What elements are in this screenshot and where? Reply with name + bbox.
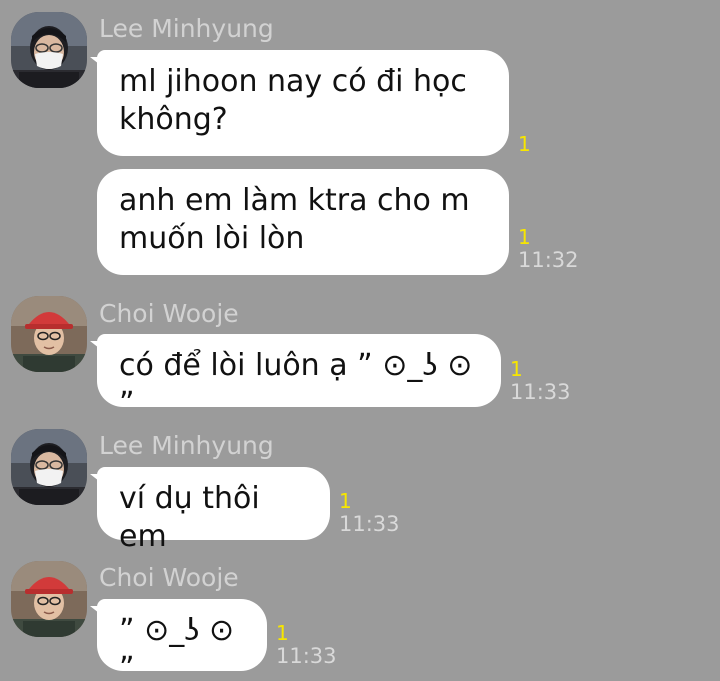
- message-meta: 1 11:32: [518, 226, 579, 272]
- message-meta: 1 11:33: [339, 490, 400, 536]
- message-text: có để lòi luôn ạ ” ⊙_ʖ ⊙ ”: [119, 348, 473, 421]
- unread-count: 1: [339, 489, 352, 513]
- message-text: ví dụ thôi em: [119, 481, 260, 554]
- message-bubble[interactable]: có để lòi luôn ạ ” ⊙_ʖ ⊙ ”: [97, 334, 501, 421]
- sender-name: Lee Minhyung: [99, 14, 274, 43]
- avatar-lee-minhyung[interactable]: [11, 429, 87, 505]
- message-bubble[interactable]: ml jihoon nay có đi học không?: [97, 50, 509, 156]
- avatar-lee-minhyung[interactable]: [11, 12, 87, 88]
- message-time: 11:32: [518, 248, 579, 272]
- sender-name: Choi Wooje: [99, 563, 239, 592]
- unread-count: 1: [276, 621, 289, 645]
- message-time: 11:33: [339, 512, 400, 536]
- message-bubble[interactable]: anh em làm ktra cho m muốn lòi lòn: [97, 169, 509, 275]
- message-meta: 1 11:33: [276, 622, 337, 668]
- message-time: 11:33: [510, 380, 571, 404]
- unread-count: 1: [518, 132, 531, 156]
- message-text: ml jihoon nay có đi học không?: [119, 64, 467, 137]
- avatar-choi-wooje[interactable]: [11, 561, 87, 637]
- sender-name: Lee Minhyung: [99, 431, 274, 460]
- message-text: anh em làm ktra cho m muốn lòi lòn: [119, 183, 470, 256]
- unread-count: 1: [510, 357, 523, 381]
- message-bubble[interactable]: ” ⊙_ʖ ⊙ ”: [97, 599, 267, 681]
- chat-view: Lee Minhyung ml jihoon nay có đi học khô…: [0, 0, 720, 681]
- unread-count: 1: [518, 225, 531, 249]
- message-meta: 1 11:33: [510, 358, 571, 404]
- message-meta: 1: [518, 133, 531, 155]
- message-time: 11:33: [276, 644, 337, 668]
- message-bubble[interactable]: ví dụ thôi em: [97, 467, 330, 554]
- message-text: ” ⊙_ʖ ⊙ ”: [119, 613, 235, 681]
- avatar-choi-wooje[interactable]: [11, 296, 87, 372]
- sender-name: Choi Wooje: [99, 299, 239, 328]
